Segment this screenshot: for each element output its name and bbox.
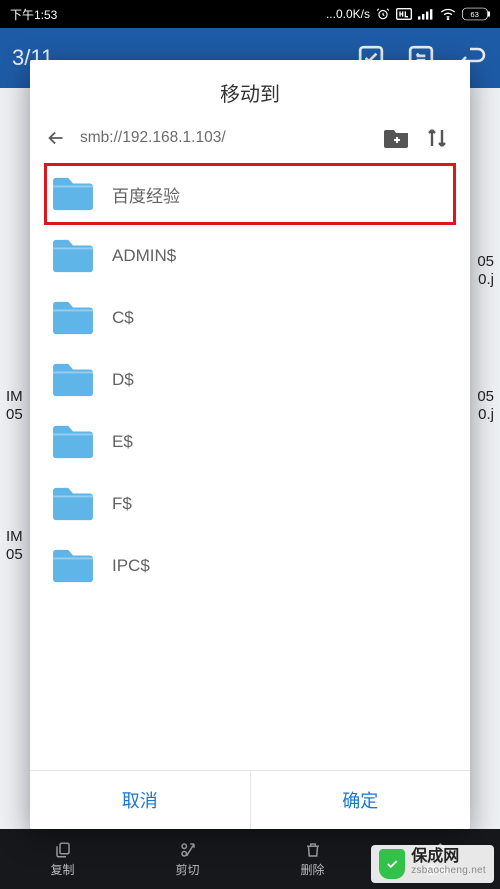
toolbar-label: 删除 xyxy=(300,861,324,878)
alarm-icon xyxy=(376,7,390,21)
watermark-sub: zsbaocheng.net xyxy=(411,864,486,878)
folder-icon xyxy=(50,299,96,337)
address-text[interactable]: smb://192.168.1.103/ xyxy=(80,129,372,147)
status-time: 下午1:53 xyxy=(10,6,57,23)
hd-icon xyxy=(396,8,412,20)
folder-item[interactable]: C$ xyxy=(44,287,456,349)
folder-item[interactable]: 百度经验 xyxy=(44,163,456,225)
sort-icon xyxy=(425,127,449,149)
new-folder-button[interactable] xyxy=(382,127,412,149)
toolbar-label: 剪切 xyxy=(175,861,199,878)
folder-icon xyxy=(50,485,96,523)
move-to-dialog: 移动到 smb://192.168.1.103/ 百度经验 ADMIN$ C$ D$ E… xyxy=(30,60,470,829)
status-bar: 下午1:53 ...0.0K/s 63 xyxy=(0,0,500,28)
folder-item[interactable]: F$ xyxy=(44,473,456,535)
folder-icon xyxy=(50,361,96,399)
path-bar: smb://192.168.1.103/ xyxy=(30,119,470,163)
confirm-button[interactable]: 确定 xyxy=(251,771,471,829)
folder-icon xyxy=(50,175,96,213)
status-net-speed: ...0.0K/s xyxy=(326,7,370,21)
folder-item[interactable]: IPC$ xyxy=(44,535,456,597)
folder-list[interactable]: 百度经验 ADMIN$ C$ D$ E$ F$ IPC$ xyxy=(30,163,470,770)
wifi-icon xyxy=(440,8,456,20)
toolbar-item[interactable]: 复制 xyxy=(0,829,125,889)
folder-name: IPC$ xyxy=(112,556,150,576)
status-right: ...0.0K/s 63 xyxy=(326,7,490,21)
watermark: 保成网 zsbaocheng.net xyxy=(371,845,494,883)
folder-item[interactable]: D$ xyxy=(44,349,456,411)
folder-name: ADMIN$ xyxy=(112,246,176,266)
back-button[interactable] xyxy=(42,127,70,149)
folder-item[interactable]: ADMIN$ xyxy=(44,225,456,287)
signal-icon xyxy=(418,8,434,20)
shield-icon xyxy=(379,849,405,879)
folder-name: D$ xyxy=(112,370,134,390)
arrow-left-icon xyxy=(45,127,67,149)
folder-name: C$ xyxy=(112,308,134,328)
battery-text: 63 xyxy=(470,10,479,19)
folder-plus-icon xyxy=(384,127,410,149)
folder-icon xyxy=(50,547,96,585)
folder-name: F$ xyxy=(112,494,132,514)
watermark-title: 保成网 xyxy=(411,850,486,864)
folder-name: 百度经验 xyxy=(112,182,180,207)
toolbar-item[interactable]: 剪切 xyxy=(125,829,250,889)
folder-icon xyxy=(50,423,96,461)
folder-name: E$ xyxy=(112,432,133,452)
toolbar-label: 复制 xyxy=(50,861,74,878)
cancel-button[interactable]: 取消 xyxy=(30,771,250,829)
sort-button[interactable] xyxy=(422,127,452,149)
dialog-button-row: 取消 确定 xyxy=(30,770,470,829)
folder-item[interactable]: E$ xyxy=(44,411,456,473)
battery-icon: 63 xyxy=(462,7,490,21)
folder-icon xyxy=(50,237,96,275)
dialog-title: 移动到 xyxy=(30,60,470,119)
toolbar-item[interactable]: 删除 xyxy=(250,829,375,889)
